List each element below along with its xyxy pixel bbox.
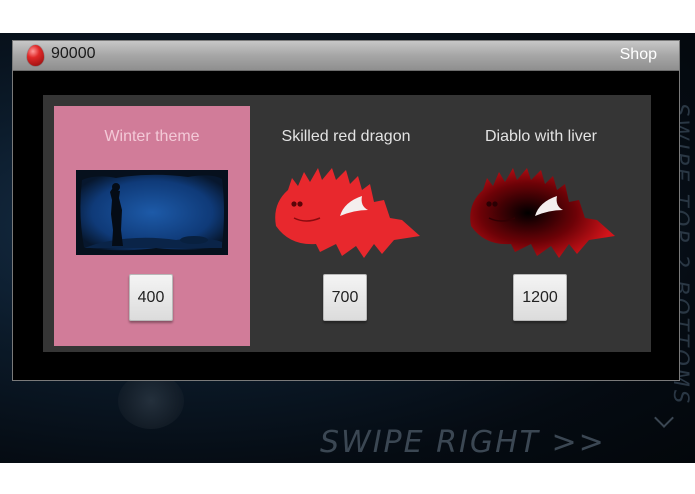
shop-item-winter-theme[interactable]: Winter theme 400	[54, 106, 250, 346]
shop-items-panel: Winter theme 400 Skilled red dragon 700 …	[43, 95, 651, 352]
coin-count: 90000	[51, 45, 96, 62]
item-title: Winter theme	[104, 128, 200, 145]
buy-diablo-with-liver-button[interactable]: 1200	[513, 274, 567, 321]
dark-red-dragon-image	[465, 164, 617, 264]
buy-skilled-red-dragon-button[interactable]: 700	[323, 274, 367, 321]
red-egg-icon	[27, 45, 44, 66]
background-ghost-circle-bottom	[118, 373, 184, 429]
shop-window: 90000 Shop Winter theme 400 Skilled red …	[12, 40, 680, 381]
shop-titlebar: 90000 Shop	[13, 41, 679, 71]
red-dragon-image	[270, 164, 422, 264]
shop-title: Shop	[619, 46, 657, 63]
item-title: Diablo with liver	[484, 128, 598, 145]
shop-item-diablo-with-liver[interactable]: Diablo with liver 1200	[443, 106, 639, 346]
shop-item-skilled-red-dragon[interactable]: Skilled red dragon 700	[248, 106, 444, 346]
item-title: Skilled red dragon	[281, 128, 411, 145]
winter-scene-image	[76, 170, 228, 255]
buy-winter-theme-button[interactable]: 400	[129, 274, 173, 321]
swipe-right-hint: SWIPE RIGHT >>	[320, 425, 606, 460]
